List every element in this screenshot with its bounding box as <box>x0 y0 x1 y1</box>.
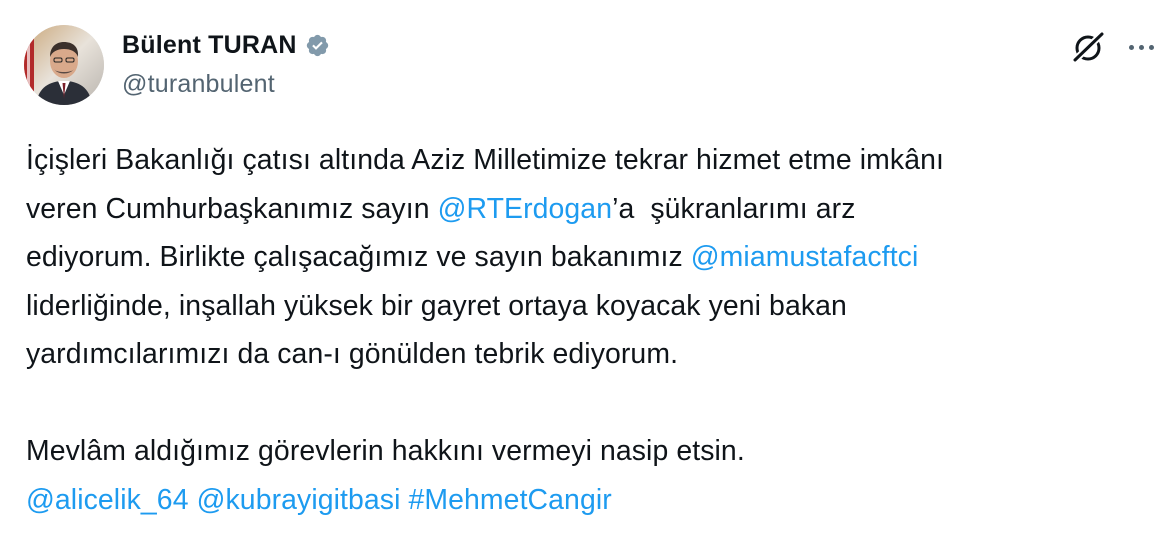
tweet-line-7: @alicelik_64 @kubrayigitbasi #MehmetCang… <box>26 476 1156 525</box>
mention-link-alicelik[interactable]: @alicelik_64 <box>26 484 189 516</box>
dot-icon <box>1138 44 1144 50</box>
tweet-line-6: Mevlâm aldığımız görevlerin hakkını verm… <box>26 435 745 467</box>
mention-link-miamustafacftci[interactable]: @miamustafacftci <box>691 241 919 273</box>
top-actions <box>1070 28 1156 66</box>
tweet-card: Bülent TURAN @turanbulent İçişleri Bakan… <box>0 0 1174 538</box>
grok-icon[interactable] <box>1070 28 1108 66</box>
author-block: Bülent TURAN @turanbulent <box>122 28 330 99</box>
tweet-line-2: veren Cumhurbaşkanımız sayın @RTErdogan’… <box>26 185 1156 234</box>
mention-link-rterdogan[interactable]: @RTErdogan <box>438 193 613 225</box>
more-options-icon[interactable] <box>1126 28 1156 66</box>
tweet-text-segment: veren Cumhurbaşkanımız sayın <box>26 192 438 225</box>
tweet-line-4: liderliğinde, inşallah yüksek bir gayret… <box>26 289 847 322</box>
author-display-name[interactable]: Bülent TURAN <box>122 31 297 60</box>
dot-icon <box>1128 44 1134 50</box>
tweet-text-segment: ediyorum. Birlikte çalışacağımız ve sayı… <box>26 241 691 273</box>
author-handle[interactable]: @turanbulent <box>122 70 330 99</box>
name-row: Bülent TURAN <box>122 28 330 62</box>
tweet-line-1: İçişleri Bakanlığı çatısı altında Aziz M… <box>26 144 944 176</box>
avatar-photo <box>24 25 104 105</box>
tweet-line-3: ediyorum. Birlikte çalışacağımız ve sayı… <box>26 233 1156 282</box>
avatar[interactable] <box>24 25 104 105</box>
dot-icon <box>1148 44 1154 50</box>
tweet-line-5: yardımcılarımızı da can-ı gönülden tebri… <box>26 338 679 370</box>
mention-link-kubrayigitbasi[interactable]: @kubrayigitbasi <box>197 484 401 516</box>
tweet-text-segment: ’a şükranlarımı arz <box>612 192 856 225</box>
tweet-text: İçişleri Bakanlığı çatısı altında Aziz M… <box>26 136 1156 524</box>
hashtag-link-mehmetcangir[interactable]: #MehmetCangir <box>409 484 612 516</box>
verified-badge-icon <box>305 33 330 58</box>
